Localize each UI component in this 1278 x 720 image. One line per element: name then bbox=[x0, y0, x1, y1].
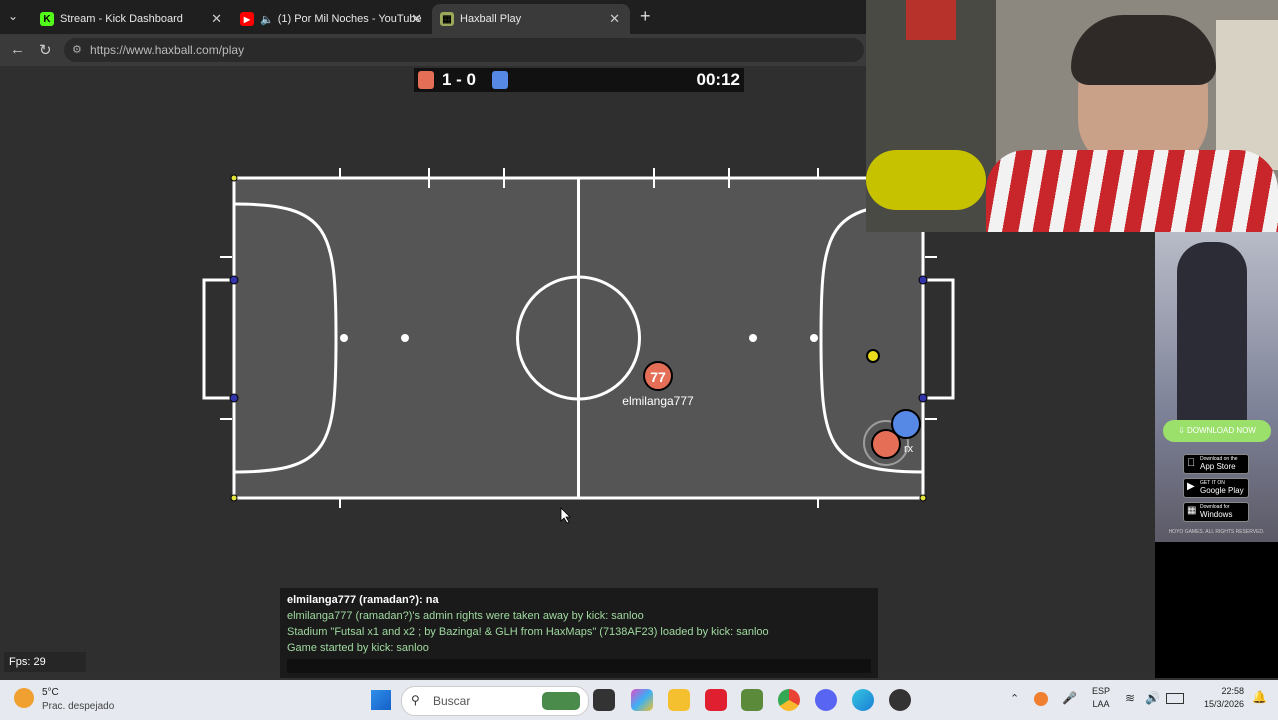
taskbar-search[interactable]: ⚲ Buscar bbox=[401, 686, 589, 716]
fps-counter: Fps: 29 bbox=[4, 652, 86, 672]
clock[interactable]: 22:58 15/3/2026 bbox=[1196, 686, 1244, 709]
lang-secondary: LAA bbox=[1092, 699, 1110, 709]
webcam-overlay bbox=[866, 0, 1278, 232]
streamer-shirt bbox=[986, 150, 1278, 232]
weather-widget[interactable]: 5°C Prac. despejado bbox=[14, 686, 124, 714]
ad-banner[interactable]: ⇩ DOWNLOAD NOW  Download on the App Sto… bbox=[1155, 232, 1278, 678]
app-store-button[interactable]:  Download on the App Store bbox=[1183, 454, 1249, 474]
chat-message: elmilanga777 (ramadan?): na bbox=[287, 594, 439, 606]
copilot-icon[interactable] bbox=[631, 689, 653, 711]
task-view-icon[interactable] bbox=[593, 689, 615, 711]
windows-icon: ▦ bbox=[1187, 505, 1197, 516]
game-timer: 00:12 bbox=[696, 70, 740, 89]
player-77-number: 77 bbox=[650, 369, 666, 385]
blue-player-disc bbox=[891, 409, 921, 439]
scoreboard: 1 - 0 00:12 bbox=[414, 68, 744, 92]
chat-panel: elmilanga777 (ramadan?): na elmilanga777… bbox=[280, 588, 878, 678]
mouse-cursor-icon bbox=[560, 507, 571, 524]
wifi-icon[interactable]: ≋ bbox=[1125, 691, 1135, 705]
volume-icon[interactable]: 🔊 bbox=[1145, 691, 1160, 705]
app-recorder-icon[interactable] bbox=[889, 689, 911, 711]
start-icon[interactable] bbox=[371, 690, 391, 710]
download-icon: ⇩ bbox=[1178, 426, 1188, 435]
edge-icon[interactable] bbox=[852, 689, 874, 711]
right-goal bbox=[923, 278, 955, 400]
weather-desc: Prac. despejado bbox=[42, 701, 115, 712]
clock-date: 15/3/2026 bbox=[1203, 699, 1244, 709]
windows-taskbar: 5°C Prac. despejado ⚲ Buscar ⌃ 🎤 ESP LAA… bbox=[0, 680, 1278, 720]
chat-input[interactable] bbox=[287, 659, 871, 673]
download-now-button[interactable]: ⇩ DOWNLOAD NOW bbox=[1163, 420, 1271, 442]
ball bbox=[866, 349, 880, 363]
score: 1 - 0 bbox=[442, 70, 477, 89]
chat-message: elmilanga777 (ramadan?)'s admin rights w… bbox=[287, 610, 644, 622]
chat-message: Stadium "Futsal x1 and x2 ; by Bazinga! … bbox=[287, 626, 769, 638]
player-77-name: elmilanga777 bbox=[622, 394, 694, 408]
streamer-hair bbox=[1071, 15, 1216, 85]
search-placeholder: Buscar bbox=[433, 694, 471, 708]
google-play-button[interactable]: ▶ GET IT ON Google Play bbox=[1183, 478, 1249, 498]
discord-icon[interactable] bbox=[815, 689, 837, 711]
apple-icon:  bbox=[1187, 457, 1195, 469]
weather-temp: 5°C bbox=[42, 687, 59, 698]
goal-post bbox=[918, 275, 928, 285]
tray-chevron-icon[interactable]: ⌃ bbox=[1010, 692, 1019, 705]
clock-time: 22:58 bbox=[1221, 686, 1244, 696]
left-goal bbox=[202, 278, 234, 400]
goal-post bbox=[918, 393, 928, 403]
blue-team-swatch bbox=[492, 71, 508, 89]
tray-app-icon[interactable] bbox=[1034, 692, 1048, 706]
sun-icon bbox=[14, 688, 34, 708]
play-store-icon: ▶ bbox=[1187, 481, 1195, 492]
lang-primary: ESP bbox=[1092, 686, 1111, 696]
chrome-icon[interactable] bbox=[778, 689, 800, 711]
language-indicator[interactable]: ESP LAA bbox=[1092, 686, 1110, 709]
ad-character bbox=[1177, 242, 1247, 442]
file-explorer-icon[interactable] bbox=[668, 689, 690, 711]
goal-post bbox=[229, 275, 239, 285]
battery-icon[interactable] bbox=[1166, 693, 1184, 704]
chat-message: Game started by kick: sanloo bbox=[287, 642, 429, 654]
search-highlight-icon bbox=[542, 692, 580, 710]
microphone-icon[interactable]: 🎤 bbox=[1062, 691, 1077, 705]
windows-button[interactable]: ▦ Download for Windows bbox=[1183, 502, 1249, 522]
notifications-icon[interactable]: 🔔 bbox=[1252, 690, 1267, 704]
player-name-partial: rx bbox=[904, 443, 914, 455]
store-big: Windows bbox=[1200, 510, 1233, 519]
minecraft-icon[interactable] bbox=[741, 689, 763, 711]
ad-footer: HOYO GAMES. ALL RIGHTS RESERVED. bbox=[1168, 529, 1265, 535]
red-team-swatch bbox=[418, 71, 434, 89]
store-big: Google Play bbox=[1200, 486, 1244, 495]
search-icon: ⚲ bbox=[411, 693, 420, 707]
goal-post bbox=[229, 393, 239, 403]
app-e-icon[interactable] bbox=[705, 689, 727, 711]
download-label: DOWNLOAD NOW bbox=[1187, 426, 1256, 435]
store-big: App Store bbox=[1200, 462, 1236, 471]
